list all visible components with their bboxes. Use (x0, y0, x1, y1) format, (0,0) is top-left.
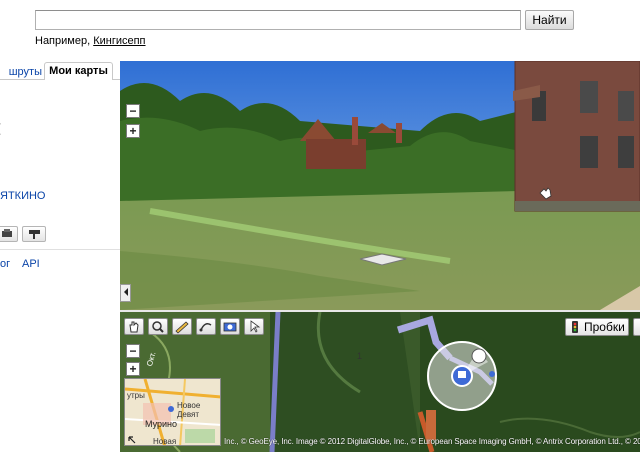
map-zoom-in-button[interactable]: + (126, 362, 140, 376)
minimap-label-novaya: Новая (153, 437, 177, 446)
traffic-label: Пробки (584, 320, 625, 334)
panorama-image (120, 61, 640, 310)
blog-link[interactable]: ог (0, 258, 10, 270)
panorama-tool-button[interactable] (220, 318, 240, 335)
map-zoom-out-button[interactable]: − (126, 344, 140, 358)
paint-roller-icon (29, 230, 40, 239)
street-panorama[interactable]: − + (120, 61, 640, 310)
pointer-tool-button[interactable] (244, 318, 264, 335)
find-button[interactable]: Найти (525, 10, 574, 30)
marker-number: 1 (357, 351, 363, 361)
collapse-panel-button[interactable] (120, 284, 131, 302)
copyright-text: Inc., © GeoEye, Inc. Image © 2012 Digita… (224, 437, 640, 446)
magnifier-icon (152, 321, 164, 333)
traffic-button[interactable]: Пробки (565, 318, 629, 336)
place-link[interactable]: ЯТКИНО (0, 190, 45, 202)
ruler-tool-button[interactable] (172, 318, 192, 335)
left-divider (0, 249, 120, 250)
panorama-zoom-out-button[interactable]: − (126, 104, 140, 118)
route-icon (199, 323, 212, 332)
style-button[interactable] (22, 226, 46, 242)
example-link[interactable]: Кингисепп (93, 35, 145, 47)
printer-icon (2, 229, 12, 237)
hand-tool-button[interactable] (124, 318, 144, 335)
api-link[interactable]: API (22, 258, 40, 270)
pointer-icon (250, 320, 261, 333)
route-tool-button[interactable] (196, 318, 216, 335)
chevron-left-icon (124, 288, 128, 296)
panorama-zoom-in-button[interactable]: + (126, 124, 140, 138)
magnifier-tool-button[interactable] (148, 318, 168, 335)
example-prefix: Например, (35, 35, 94, 47)
minimap-collapse-icon[interactable] (127, 435, 137, 445)
layers-button[interactable] (633, 318, 640, 336)
minimap-label-utry: утры (127, 391, 145, 400)
minimap-label-new-devyatkino: Новое Девят (177, 401, 201, 419)
camera-icon (223, 322, 237, 332)
traffic-light-icon (572, 321, 578, 333)
bracket-glyph: ( (0, 121, 1, 135)
print-button[interactable] (0, 226, 18, 242)
hand-icon (129, 321, 139, 333)
overview-minimap[interactable]: Новое Девят утры Мурино Новая (124, 378, 221, 446)
tab-my-maps[interactable]: Мои карты (44, 62, 113, 80)
search-input[interactable] (35, 10, 521, 30)
search-example: Например, Кингисепп (35, 35, 146, 47)
minimap-label-murino: Мурино (145, 419, 178, 429)
ruler-icon (175, 321, 189, 334)
tab-routes[interactable]: шруты (0, 64, 44, 80)
